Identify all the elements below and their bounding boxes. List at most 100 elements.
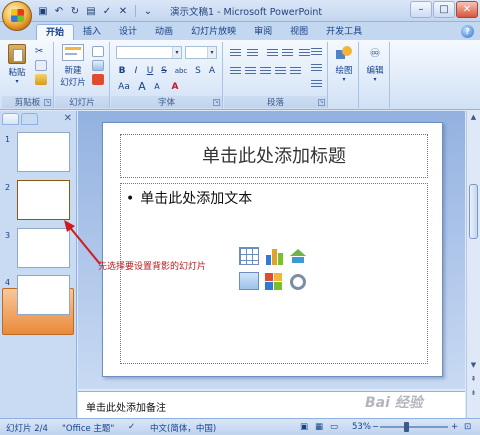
insert-smartart-icon[interactable] xyxy=(288,247,308,265)
normal-view-icon[interactable]: ▣ xyxy=(300,422,308,432)
spelling-icon[interactable]: ✓ xyxy=(100,5,114,18)
drawing-group[interactable]: 绘图 ▾ xyxy=(329,42,359,108)
spell-check-icon[interactable]: ✓ xyxy=(128,422,135,432)
layout-icon[interactable] xyxy=(92,46,104,57)
new-slide-label: 新建 xyxy=(64,66,82,76)
tab-view[interactable]: 视图 xyxy=(281,24,317,40)
font-launcher-icon[interactable]: ↘ xyxy=(213,99,220,106)
tab-developer[interactable]: 开发工具 xyxy=(317,24,371,40)
delete-slide-icon[interactable] xyxy=(92,74,104,85)
paragraph-launcher-icon[interactable]: ↘ xyxy=(318,99,325,106)
strikethrough-button[interactable]: S xyxy=(158,64,170,76)
underline-button[interactable]: U xyxy=(144,64,156,76)
font-group-label: 字体 xyxy=(111,96,222,108)
align-text-icon[interactable] xyxy=(310,62,323,73)
editing-group[interactable]: ♾ 编辑 ▾ xyxy=(360,42,390,108)
office-button[interactable] xyxy=(2,1,32,31)
change-case-button[interactable]: Aa xyxy=(116,80,132,92)
reset-icon[interactable] xyxy=(92,60,104,71)
scroll-up-icon[interactable]: ▲ xyxy=(469,113,478,121)
columns-icon[interactable] xyxy=(289,65,302,76)
new-slide-button[interactable]: 新建 幻灯片 xyxy=(58,44,88,88)
justify-icon[interactable] xyxy=(274,65,287,76)
clipboard-icon xyxy=(8,44,26,64)
notes-placeholder: 单击此处添加备注 xyxy=(86,403,166,414)
body-placeholder-label: 单击此处添加文本 xyxy=(140,191,253,207)
new-slide-icon xyxy=(62,44,84,61)
status-bar: 幻灯片 2/4 "Office 主题" ✓ 中文(简体，中国) ▣ ▦ ▭ 53… xyxy=(0,418,480,435)
help-icon[interactable]: ? xyxy=(461,25,474,38)
tab-home[interactable]: 开始 xyxy=(36,24,75,40)
undo-icon[interactable]: ↶ xyxy=(52,5,66,18)
tab-review[interactable]: 审阅 xyxy=(245,24,281,40)
tab-slide-show[interactable]: 幻灯片放映 xyxy=(182,24,245,40)
minimize-button[interactable]: – xyxy=(410,1,432,18)
new-slide-label-2: 幻灯片 xyxy=(60,78,86,88)
redo-icon[interactable]: ↻ xyxy=(68,5,82,18)
font-name-select[interactable]: ▾ xyxy=(116,46,182,59)
tab-design[interactable]: 设计 xyxy=(110,24,146,40)
copy-icon[interactable] xyxy=(35,60,47,71)
slide-thumbnail[interactable] xyxy=(17,132,70,172)
previous-slide-icon[interactable]: ⇞ xyxy=(469,375,478,383)
insert-chart-icon[interactable] xyxy=(264,247,284,265)
slide-show-icon[interactable]: ▭ xyxy=(330,422,338,432)
editing-button[interactable]: ♾ 编辑 ▾ xyxy=(363,46,387,83)
increase-indent-icon[interactable] xyxy=(281,47,294,58)
zoom-slider[interactable] xyxy=(380,426,448,428)
format-painter-icon[interactable] xyxy=(35,74,47,85)
char-spacing-button[interactable]: S xyxy=(192,64,204,76)
outline-tab[interactable] xyxy=(21,113,38,125)
font-size-select[interactable]: ▾ xyxy=(185,46,217,59)
italic-button[interactable]: I xyxy=(130,64,142,76)
bullets-icon[interactable] xyxy=(229,47,242,58)
save-icon[interactable]: ▣ xyxy=(36,5,50,18)
cut-icon[interactable]: ✂ xyxy=(35,46,47,57)
shadow-button[interactable]: abc xyxy=(172,64,190,76)
numbering-icon[interactable] xyxy=(246,47,259,58)
next-slide-icon[interactable]: ⇟ xyxy=(469,389,478,397)
smartart-icon[interactable] xyxy=(310,78,323,89)
scroll-down-icon[interactable]: ▼ xyxy=(469,361,478,369)
insert-clipart-icon[interactable] xyxy=(264,272,284,290)
close-pane-icon[interactable]: ✕ xyxy=(64,113,72,124)
slide-thumbnail[interactable] xyxy=(17,275,70,315)
title-placeholder[interactable]: 单击此处添加标题 xyxy=(120,134,428,178)
insert-table-icon[interactable] xyxy=(239,247,259,265)
text-direction-icon[interactable] xyxy=(310,46,323,57)
decrease-indent-icon[interactable] xyxy=(266,47,279,58)
fit-window-icon[interactable]: ⊡ xyxy=(464,422,471,432)
tab-animations[interactable]: 动画 xyxy=(146,24,182,40)
shrink-font-button[interactable]: A xyxy=(151,80,163,92)
zoom-in-icon[interactable]: + xyxy=(451,422,458,432)
close-window-button[interactable]: ✕ xyxy=(456,1,478,18)
insert-media-icon[interactable] xyxy=(288,272,308,290)
zoom-out-icon[interactable]: − xyxy=(372,422,379,432)
maximize-button[interactable]: □ xyxy=(433,1,455,18)
scrollbar-thumb[interactable] xyxy=(469,184,478,239)
align-right-icon[interactable] xyxy=(259,65,272,76)
align-center-icon[interactable] xyxy=(244,65,257,76)
insert-picture-icon[interactable] xyxy=(239,272,259,290)
clipboard-launcher-icon[interactable]: ↘ xyxy=(44,99,51,106)
drawing-button[interactable]: 绘图 ▾ xyxy=(332,46,356,83)
ribbon-tabs: 开始 插入 设计 动画 幻灯片放映 审阅 视图 开发工具 xyxy=(36,24,371,40)
bold-button[interactable]: B xyxy=(116,64,128,76)
vertical-scrollbar[interactable]: ▲ ▼ ⇞ ⇟ xyxy=(466,111,480,418)
print-preview-icon[interactable]: ▤ xyxy=(84,5,98,18)
zoom-slider-knob[interactable] xyxy=(404,422,409,432)
close-icon[interactable]: ✕ xyxy=(116,5,130,18)
tab-insert[interactable]: 插入 xyxy=(74,24,110,40)
slide-sorter-icon[interactable]: ▦ xyxy=(315,422,323,432)
grow-font-button[interactable]: A xyxy=(136,80,148,93)
slide-number: 3 xyxy=(5,231,11,240)
ribbon: 粘贴 ▾ ✂ 剪贴板 ↘ 新建 幻灯片 幻灯片 ▾ ▾ B I U S abc … xyxy=(0,40,480,110)
slides-tab[interactable] xyxy=(2,113,19,125)
slide-thumbnail-selected[interactable] xyxy=(17,180,70,220)
paste-button[interactable]: 粘贴 ▾ xyxy=(5,44,29,85)
font-color-icon[interactable]: A xyxy=(169,80,181,92)
align-left-icon[interactable] xyxy=(229,65,242,76)
zoom-level[interactable]: 53% xyxy=(352,422,371,432)
clear-format-button[interactable]: A xyxy=(206,64,218,76)
customize-icon[interactable]: ⌄ xyxy=(141,5,155,18)
